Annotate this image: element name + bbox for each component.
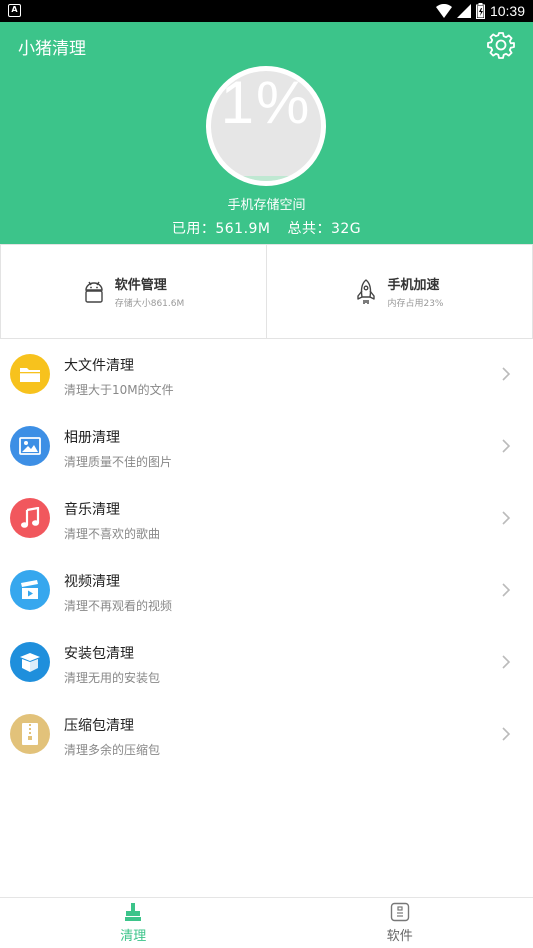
tab-clean[interactable]: 清理 <box>0 898 267 948</box>
clean-category-list: 大文件清理 清理大于10M的文件 相册清理 清理质量不佳的图片 音乐清理 清理不… <box>0 338 533 770</box>
app-manager-subtitle: 存储大小861.6M <box>114 299 185 309</box>
notification-app-icon: A <box>8 4 21 17</box>
storage-info: 已用：561.9M 总共：32G <box>0 218 533 238</box>
item-subtitle: 清理不喜欢的歌曲 <box>64 527 161 541</box>
app-manager-card[interactable]: 软件管理 存储大小861.6M <box>0 244 267 339</box>
broom-icon <box>125 903 142 921</box>
chevron-right-icon <box>502 583 511 597</box>
folder-icon <box>10 354 50 394</box>
list-item-music[interactable]: 音乐清理 清理不喜欢的歌曲 <box>0 482 533 554</box>
chevron-right-icon <box>502 439 511 453</box>
phone-boost-subtitle: 内存占用23% <box>387 299 444 309</box>
wifi-icon <box>435 4 452 18</box>
app-title: 小猪清理 <box>18 39 86 58</box>
chevron-right-icon <box>502 727 511 741</box>
phone-app-icon <box>390 902 409 922</box>
list-item-apk[interactable]: 安装包清理 清理无用的安装包 <box>0 626 533 698</box>
zip-icon <box>10 714 50 754</box>
battery-icon <box>475 3 485 19</box>
status-time: 10:39 <box>489 3 525 19</box>
item-subtitle: 清理大于10M的文件 <box>64 383 174 397</box>
cellular-signal-icon <box>456 4 471 18</box>
item-title: 安装包清理 <box>64 646 134 662</box>
storage-gauge-fill <box>211 176 321 181</box>
storage-label: 手机存储空间 <box>227 198 306 213</box>
chevron-right-icon <box>502 511 511 525</box>
chevron-right-icon <box>502 655 511 669</box>
list-item-large-files[interactable]: 大文件清理 清理大于10M的文件 <box>0 338 533 410</box>
music-note-icon <box>10 498 50 538</box>
item-subtitle: 清理多余的压缩包 <box>64 743 161 757</box>
list-item-photos[interactable]: 相册清理 清理质量不佳的图片 <box>0 410 533 482</box>
item-subtitle: 清理不再观看的视频 <box>64 599 173 613</box>
list-item-archives[interactable]: 压缩包清理 清理多余的压缩包 <box>0 698 533 770</box>
item-subtitle: 清理无用的安装包 <box>64 671 161 685</box>
item-title: 相册清理 <box>64 430 120 446</box>
phone-boost-card[interactable]: 手机加速 内存占用23% <box>267 244 533 339</box>
storage-gauge: 1% <box>206 66 326 186</box>
used-storage: 已用：561.9M <box>171 221 271 237</box>
item-title: 大文件清理 <box>64 358 134 374</box>
status-bar: A 10:39 <box>0 0 533 22</box>
item-title: 压缩包清理 <box>64 718 134 734</box>
phone-boost-title: 手机加速 <box>387 278 440 293</box>
rocket-icon <box>357 278 376 304</box>
item-title: 视频清理 <box>64 574 120 590</box>
quick-actions: 软件管理 存储大小861.6M 手机加速 内存占用23% <box>0 244 533 339</box>
storage-percent: 1% <box>220 69 312 136</box>
item-subtitle: 清理质量不佳的图片 <box>64 455 173 469</box>
tab-apps-label: 软件 <box>386 929 413 944</box>
status-bar-right: 10:39 <box>435 2 525 20</box>
total-storage: 总共：32G <box>287 221 362 237</box>
list-item-videos[interactable]: 视频清理 清理不再观看的视频 <box>0 554 533 626</box>
video-icon <box>10 570 50 610</box>
package-box-icon <box>10 642 50 682</box>
app-manager-title: 软件管理 <box>114 278 167 293</box>
tab-clean-label: 清理 <box>120 929 147 944</box>
item-title: 音乐清理 <box>64 502 120 518</box>
settings-gear-icon[interactable] <box>487 31 515 59</box>
image-icon <box>10 426 50 466</box>
bottom-nav: 清理 软件 <box>0 897 533 948</box>
android-icon <box>85 281 103 303</box>
tab-apps[interactable]: 软件 <box>267 898 533 948</box>
chevron-right-icon <box>502 367 511 381</box>
storage-header: 小猪清理 1% 手机存储空间 已用：561.9M 总共：32G <box>0 22 533 244</box>
